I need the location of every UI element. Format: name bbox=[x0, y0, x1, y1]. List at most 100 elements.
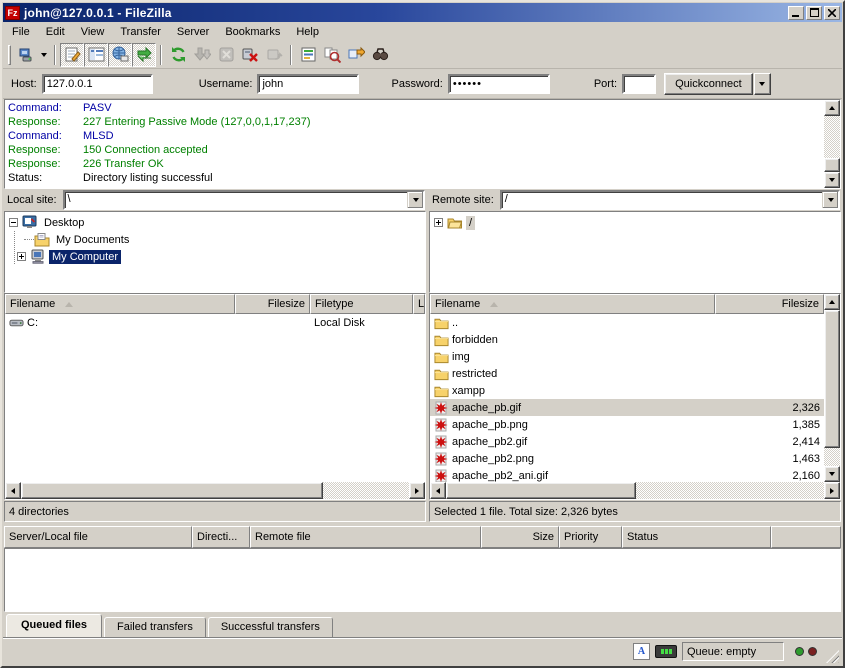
file-row[interactable]: apache_pb.png 1,385 bbox=[430, 416, 824, 433]
menu-bookmarks[interactable]: Bookmarks bbox=[217, 24, 288, 40]
local-site-dropdown[interactable] bbox=[407, 192, 423, 208]
file-row[interactable]: apache_pb2.png 1,463 bbox=[430, 450, 824, 467]
disconnect-button[interactable] bbox=[238, 43, 262, 67]
file-row[interactable]: .. bbox=[430, 314, 824, 331]
filter-button[interactable] bbox=[296, 43, 320, 67]
queue-column-server-local-file[interactable]: Server/Local file bbox=[4, 526, 192, 548]
queue-header: Server/Local file Directi... Remote file… bbox=[4, 526, 841, 548]
file-row[interactable]: xampp bbox=[430, 382, 824, 399]
column-header-filetype[interactable]: Filetype bbox=[310, 294, 413, 314]
queue-column-size[interactable]: Size bbox=[481, 526, 559, 548]
refresh-button[interactable] bbox=[166, 43, 190, 67]
remote-site-combo[interactable]: / bbox=[500, 190, 840, 210]
file-row[interactable]: forbidden bbox=[430, 331, 824, 348]
speedlimit-indicator-icon[interactable] bbox=[655, 645, 677, 658]
tree-connector bbox=[24, 239, 34, 240]
column-header-filename[interactable]: Filename bbox=[5, 294, 235, 314]
host-input[interactable] bbox=[42, 74, 153, 94]
site-manager-button[interactable] bbox=[14, 43, 38, 67]
scroll-down-button[interactable] bbox=[824, 172, 840, 188]
tree-item-my-computer[interactable]: My Computer bbox=[7, 248, 425, 265]
file-row[interactable]: restricted bbox=[430, 365, 824, 382]
column-header-filesize[interactable]: Filesize bbox=[235, 294, 310, 314]
password-input[interactable] bbox=[448, 74, 550, 94]
tree-item-desktop[interactable]: Desktop bbox=[7, 214, 425, 231]
scrollbar-track[interactable] bbox=[824, 116, 840, 158]
log-vertical-scrollbar[interactable] bbox=[824, 100, 840, 188]
toggle-transfer-queue-button[interactable] bbox=[132, 43, 156, 67]
scrollbar-track[interactable] bbox=[323, 482, 409, 499]
scroll-down-button[interactable] bbox=[824, 466, 840, 482]
column-header-filesize[interactable]: Filesize bbox=[715, 294, 824, 314]
toggle-local-tree-button[interactable] bbox=[84, 43, 108, 67]
toggle-remote-tree-button[interactable] bbox=[108, 43, 132, 67]
menu-help[interactable]: Help bbox=[288, 24, 327, 40]
local-horizontal-scrollbar[interactable] bbox=[5, 482, 425, 499]
queue-column-priority[interactable]: Priority bbox=[559, 526, 622, 548]
local-site-combo[interactable]: \ bbox=[63, 190, 425, 210]
menu-transfer[interactable]: Transfer bbox=[112, 24, 169, 40]
scroll-left-button[interactable] bbox=[430, 482, 446, 499]
expander-minus-icon[interactable] bbox=[9, 218, 18, 227]
remote-tree-toggle-icon bbox=[112, 46, 129, 63]
tab-failed-transfers[interactable]: Failed transfers bbox=[104, 617, 206, 638]
queue-column-status[interactable]: Status bbox=[622, 526, 771, 548]
file-row[interactable]: apache_pb2.gif 2,414 bbox=[430, 433, 824, 450]
directory-comparison-button[interactable] bbox=[320, 43, 344, 67]
column-header-filename[interactable]: Filename bbox=[430, 294, 715, 314]
username-input[interactable] bbox=[257, 74, 359, 94]
file-row-selected[interactable]: apache_pb.gif 2,326 bbox=[430, 399, 824, 416]
scroll-left-button[interactable] bbox=[5, 482, 21, 499]
quickconnect-dropdown[interactable] bbox=[754, 73, 771, 95]
transfer-type-ascii-icon[interactable]: A bbox=[633, 643, 650, 660]
image-file-icon bbox=[434, 452, 449, 466]
column-header-lastmodified[interactable]: L bbox=[413, 294, 425, 314]
scrollbar-thumb[interactable] bbox=[824, 310, 840, 448]
maximize-button[interactable] bbox=[806, 6, 822, 20]
reconnect-button[interactable] bbox=[262, 43, 286, 67]
expander-plus-icon[interactable] bbox=[17, 252, 26, 261]
file-row[interactable]: apache_pb2_ani.gif 2,160 bbox=[430, 467, 824, 482]
scroll-up-button[interactable] bbox=[824, 294, 840, 310]
cancel-operation-button[interactable] bbox=[214, 43, 238, 67]
menu-server[interactable]: Server bbox=[169, 24, 217, 40]
toggle-message-log-button[interactable] bbox=[60, 43, 84, 67]
scroll-right-button[interactable] bbox=[824, 482, 840, 499]
remote-site-dropdown[interactable] bbox=[822, 192, 838, 208]
queue-column-direction[interactable]: Directi... bbox=[192, 526, 250, 548]
close-icon bbox=[828, 9, 836, 17]
tree-item-my-documents[interactable]: My Documents bbox=[7, 231, 425, 248]
scrollbar-track[interactable] bbox=[824, 448, 840, 466]
tree-item-root[interactable]: / bbox=[432, 214, 840, 231]
username-label: Username: bbox=[199, 78, 253, 90]
site-manager-dropdown[interactable] bbox=[38, 44, 50, 66]
file-row-c-drive[interactable]: C: Local Disk bbox=[5, 314, 425, 331]
queue-column-remote-file[interactable]: Remote file bbox=[250, 526, 481, 548]
scrollbar-track[interactable] bbox=[636, 482, 824, 499]
remote-horizontal-scrollbar[interactable] bbox=[430, 482, 840, 499]
menu-view[interactable]: View bbox=[73, 24, 113, 40]
quickconnect-button[interactable]: Quickconnect bbox=[664, 73, 753, 95]
arrow-right-icon bbox=[415, 488, 419, 494]
synchronized-browsing-button[interactable] bbox=[344, 43, 368, 67]
scrollbar-thumb[interactable] bbox=[824, 158, 840, 172]
scrollbar-thumb[interactable] bbox=[446, 482, 636, 499]
process-queue-button[interactable] bbox=[190, 43, 214, 67]
queue-list[interactable] bbox=[4, 548, 841, 612]
tab-successful-transfers[interactable]: Successful transfers bbox=[208, 617, 333, 638]
scroll-right-button[interactable] bbox=[409, 482, 425, 499]
minimize-button[interactable] bbox=[788, 6, 804, 20]
file-row[interactable]: img bbox=[430, 348, 824, 365]
titlebar[interactable]: Fz john@127.0.0.1 - FileZilla bbox=[3, 3, 842, 22]
resize-grip[interactable] bbox=[826, 650, 839, 663]
expander-plus-icon[interactable] bbox=[434, 218, 443, 227]
scrollbar-thumb[interactable] bbox=[21, 482, 323, 499]
menu-file[interactable]: File bbox=[4, 24, 38, 40]
scroll-up-button[interactable] bbox=[824, 100, 840, 116]
port-input[interactable] bbox=[622, 74, 656, 94]
tab-queued-files[interactable]: Queued files bbox=[6, 614, 102, 638]
find-files-button[interactable] bbox=[368, 43, 392, 67]
close-button[interactable] bbox=[824, 6, 840, 20]
remote-vertical-scrollbar[interactable] bbox=[824, 294, 840, 482]
menu-edit[interactable]: Edit bbox=[38, 24, 73, 40]
